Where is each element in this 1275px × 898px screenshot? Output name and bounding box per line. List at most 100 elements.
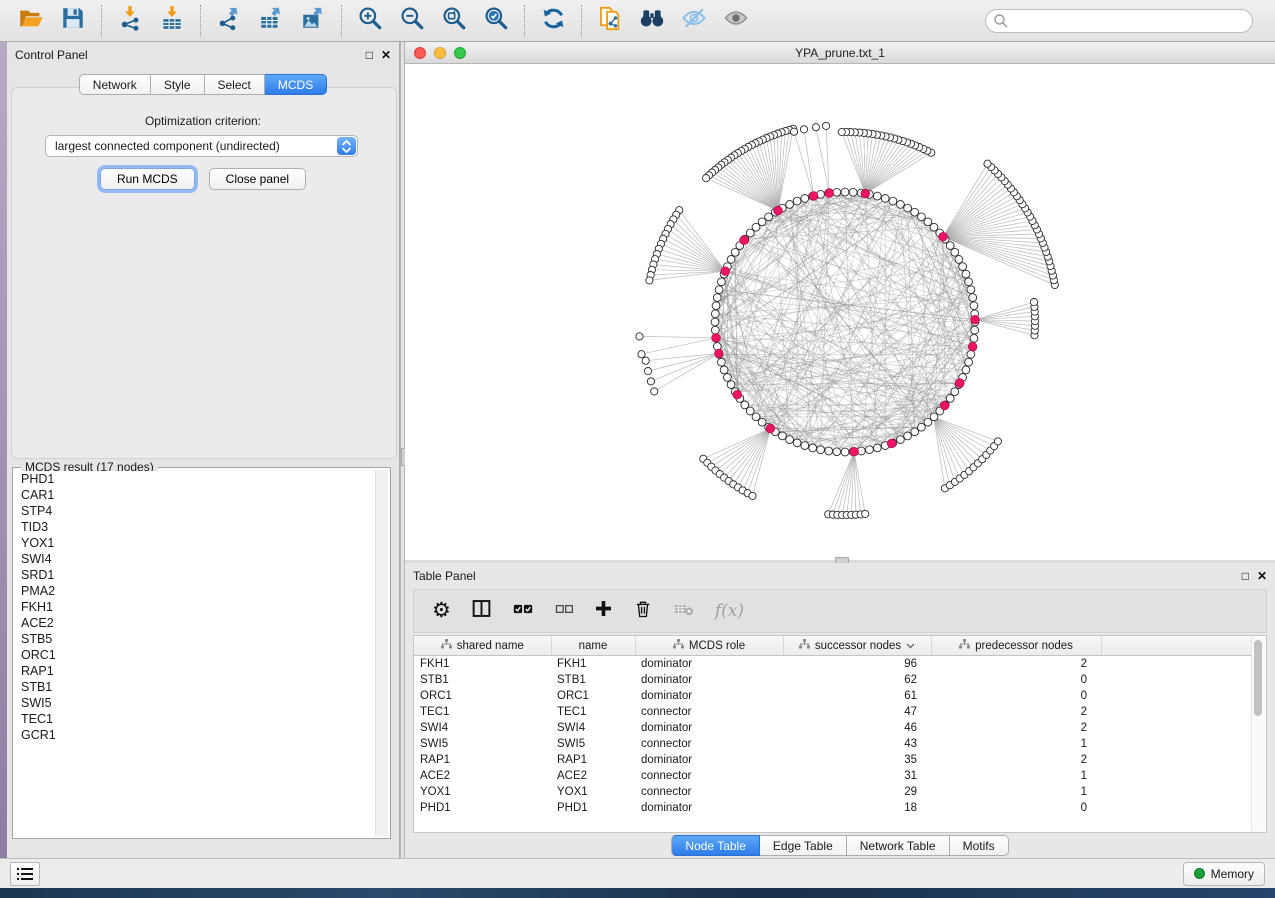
sitemap-icon bbox=[673, 639, 684, 652]
import-network-button[interactable] bbox=[109, 4, 151, 38]
table-row[interactable]: PHD1PHD1dominator180 bbox=[414, 800, 1254, 816]
trash-icon bbox=[633, 599, 653, 624]
delete-table-button bbox=[673, 598, 695, 625]
open-session-button[interactable] bbox=[10, 4, 52, 38]
tab-edge-table[interactable]: Edge Table bbox=[760, 835, 847, 856]
deselect-all-icon bbox=[554, 599, 574, 624]
select-all-button[interactable] bbox=[512, 598, 534, 625]
table-row[interactable]: ORC1ORC1dominator610 bbox=[414, 688, 1254, 704]
column-header-shared-name[interactable]: shared name bbox=[414, 636, 551, 656]
mcds-result-item[interactable]: PMA2 bbox=[15, 583, 375, 599]
table-row[interactable]: SWI5SWI5connector431 bbox=[414, 736, 1254, 752]
mcds-result-item[interactable]: SWI4 bbox=[15, 551, 375, 567]
show-columns-button[interactable] bbox=[471, 598, 492, 624]
mcds-result-item[interactable]: GCR1 bbox=[15, 727, 375, 743]
table-settings-button[interactable]: ⚙ bbox=[432, 600, 451, 622]
table-scrollbar[interactable] bbox=[1251, 637, 1265, 831]
tab-motifs[interactable]: Motifs bbox=[950, 835, 1009, 856]
run-mcds-button[interactable]: Run MCDS bbox=[100, 168, 195, 190]
mcds-result-item[interactable]: TEC1 bbox=[15, 711, 375, 727]
eye-icon bbox=[722, 4, 750, 37]
mcds-list-scrollbar[interactable] bbox=[375, 470, 388, 836]
close-window-icon[interactable]: ✕ bbox=[381, 49, 391, 61]
save-session-button[interactable] bbox=[52, 4, 94, 38]
export-table-button[interactable] bbox=[250, 4, 292, 38]
column-header-predecessor-nodes[interactable]: predecessor nodes bbox=[931, 636, 1101, 656]
zoom-fit-icon bbox=[441, 5, 467, 36]
mcds-result-item[interactable]: ACE2 bbox=[15, 615, 375, 631]
zoom-out-icon bbox=[399, 5, 425, 36]
table-panel-header: Table Panel □ ✕ bbox=[405, 563, 1275, 589]
task-history-button[interactable] bbox=[10, 862, 40, 886]
folder-open-icon bbox=[18, 5, 45, 37]
mcds-result-item[interactable]: FKH1 bbox=[15, 599, 375, 615]
zoom-selected-button[interactable] bbox=[475, 4, 517, 38]
column-header-successor-nodes[interactable]: successor nodes bbox=[783, 636, 931, 656]
mcds-result-item[interactable]: YOX1 bbox=[15, 535, 375, 551]
mcds-result-item[interactable]: STP4 bbox=[15, 503, 375, 519]
tab-network[interactable]: Network bbox=[79, 74, 151, 95]
tab-mcds[interactable]: MCDS bbox=[265, 74, 327, 95]
column-header-MCDS-role[interactable]: MCDS role bbox=[635, 636, 783, 656]
tab-node-table[interactable]: Node Table bbox=[671, 835, 760, 856]
table-row[interactable]: YOX1YOX1connector291 bbox=[414, 784, 1254, 800]
table-row[interactable]: RAP1RAP1dominator352 bbox=[414, 752, 1254, 768]
criterion-dropdown[interactable]: largest connected component (undirected) bbox=[45, 135, 358, 157]
search-input[interactable] bbox=[985, 9, 1253, 33]
delete-column-button[interactable] bbox=[633, 599, 653, 624]
mcds-result-item[interactable]: STB5 bbox=[15, 631, 375, 647]
show-all-button[interactable] bbox=[715, 4, 757, 38]
export-image-button[interactable] bbox=[292, 4, 334, 38]
memory-button[interactable]: Memory bbox=[1183, 862, 1265, 886]
network-canvas[interactable] bbox=[405, 64, 1275, 561]
mcds-result-item[interactable]: SWI5 bbox=[15, 695, 375, 711]
column-header-name[interactable]: name bbox=[551, 636, 635, 656]
toolbar-separator bbox=[581, 5, 582, 37]
mcds-result-item[interactable]: PHD1 bbox=[15, 471, 375, 487]
mcds-result-item[interactable]: STB1 bbox=[15, 679, 375, 695]
cytoscape-app: Control Panel □ ✕ NetworkStyleSelectMCDS… bbox=[0, 0, 1275, 898]
mcds-result-item[interactable]: TID3 bbox=[15, 519, 375, 535]
control-panel-header: Control Panel □ ✕ bbox=[7, 42, 399, 68]
close-panel-button[interactable]: Close panel bbox=[209, 168, 306, 190]
tab-network-table[interactable]: Network Table bbox=[847, 835, 950, 856]
mcds-result-item[interactable]: CAR1 bbox=[15, 487, 375, 503]
float-window-icon[interactable]: □ bbox=[1242, 570, 1249, 582]
search-network-button[interactable] bbox=[631, 4, 673, 38]
table-scrollbar-thumb[interactable] bbox=[1254, 640, 1262, 716]
hide-selected-button[interactable] bbox=[673, 4, 715, 38]
table-row[interactable]: STB1STB1dominator620 bbox=[414, 672, 1254, 688]
table-row[interactable]: SWI4SWI4dominator462 bbox=[414, 720, 1254, 736]
close-window-icon[interactable]: ✕ bbox=[1257, 570, 1267, 582]
float-window-icon[interactable]: □ bbox=[366, 49, 373, 61]
network-file-icon bbox=[597, 5, 624, 37]
mcds-result-item[interactable]: ORC1 bbox=[15, 647, 375, 663]
deselect-all-button[interactable] bbox=[554, 599, 574, 624]
add-column-button[interactable] bbox=[594, 599, 613, 623]
refresh-button[interactable] bbox=[532, 4, 574, 38]
zoom-out-button[interactable] bbox=[391, 4, 433, 38]
export-network-button[interactable] bbox=[208, 4, 250, 38]
tab-select[interactable]: Select bbox=[205, 74, 265, 95]
table-row[interactable]: TEC1TEC1connector472 bbox=[414, 704, 1254, 720]
export-image-icon bbox=[300, 5, 326, 36]
gear-icon: ⚙ bbox=[432, 600, 451, 622]
mcds-result-item[interactable]: SRD1 bbox=[15, 567, 375, 583]
select-all-icon bbox=[512, 598, 534, 625]
mcds-result-list[interactable]: PHD1CAR1STP4TID3YOX1SWI4SRD1PMA2FKH1ACE2… bbox=[15, 471, 375, 836]
table-row[interactable]: FKH1FKH1dominator962 bbox=[414, 656, 1254, 673]
table-row[interactable]: ACE2ACE2connector311 bbox=[414, 768, 1254, 784]
search-field-wrap bbox=[985, 9, 1253, 33]
sitemap-icon bbox=[441, 639, 452, 652]
fx-icon: f(x) bbox=[715, 601, 744, 621]
zoom-in-button[interactable] bbox=[349, 4, 391, 38]
import-table-button[interactable] bbox=[151, 4, 193, 38]
tab-style[interactable]: Style bbox=[151, 74, 205, 95]
save-icon bbox=[60, 5, 86, 36]
zoom-fit-button[interactable] bbox=[433, 4, 475, 38]
mcds-result-item[interactable]: RAP1 bbox=[15, 663, 375, 679]
column-header-filler bbox=[1101, 636, 1254, 656]
network-window-titlebar[interactable]: YPA_prune.txt_1 bbox=[405, 42, 1275, 64]
import-table-icon bbox=[159, 5, 185, 36]
network-share-button[interactable] bbox=[589, 4, 631, 38]
